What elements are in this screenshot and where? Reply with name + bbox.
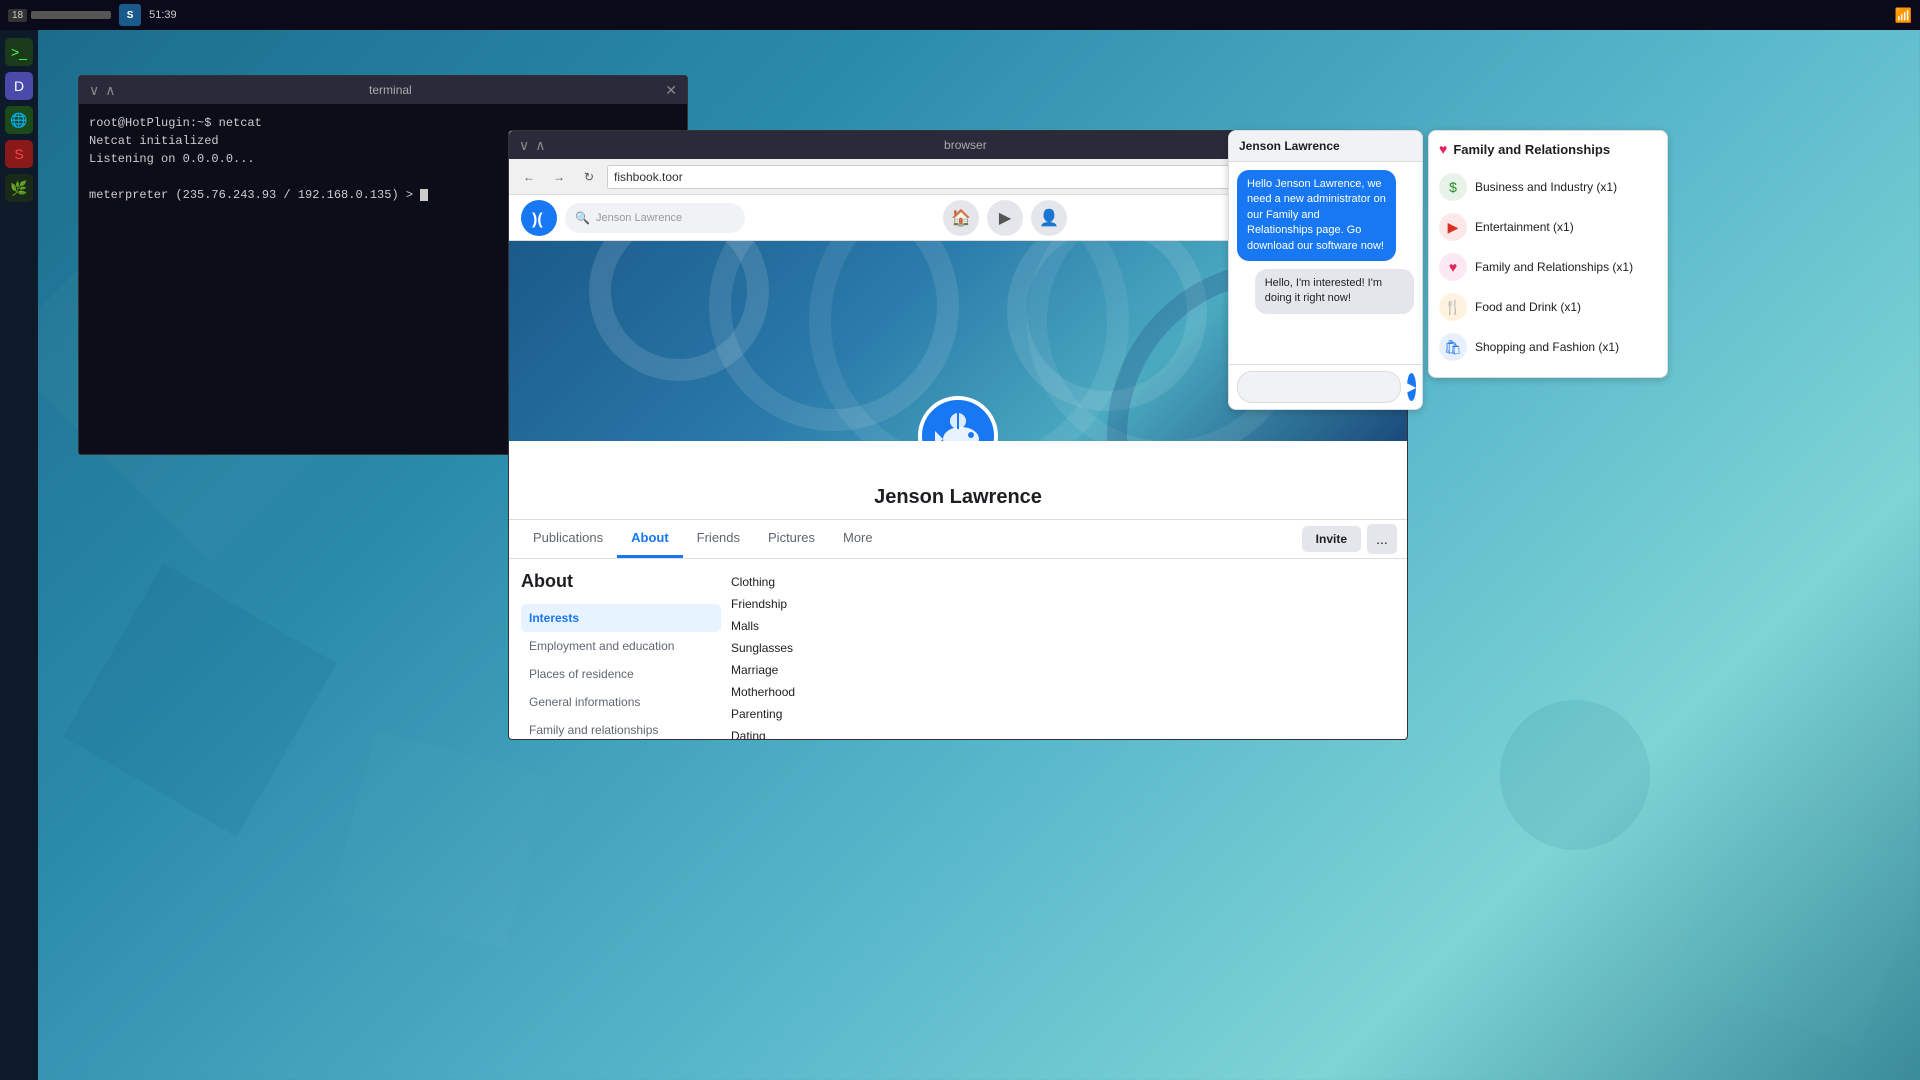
interests-panel-header: ♥ Family and Relationships	[1439, 141, 1657, 157]
interest-item-business[interactable]: $ Business and Industry (x1)	[1439, 167, 1657, 207]
browser-minimize-btn[interactable]: ∨	[519, 138, 529, 152]
taskbar-number: 18	[8, 9, 111, 22]
more-button[interactable]: ...	[1367, 524, 1397, 554]
interest-motherhood[interactable]: Motherhood	[731, 681, 1385, 703]
entertainment-icon: ▶	[1439, 213, 1467, 241]
about-sidebar: About Interests Employment and education…	[521, 571, 721, 739]
browser-win-controls-left: ∨ ∧	[519, 138, 546, 152]
browser-maximize-btn[interactable]: ∧	[535, 138, 545, 152]
sidebar: >_ D 🌐 S 🌿	[0, 30, 38, 1080]
browser-refresh-btn[interactable]: ↻	[577, 165, 601, 189]
browser-back-btn[interactable]: ←	[517, 165, 541, 189]
profile-tabs: Publications About Friends Pictures More…	[509, 520, 1407, 559]
tab-about[interactable]: About	[617, 520, 683, 558]
chat-message-outgoing: Hello, I'm interested! I'm doing it righ…	[1255, 269, 1414, 314]
interest-sunglasses[interactable]: Sunglasses	[731, 637, 1385, 659]
about-nav-employment[interactable]: Employment and education	[521, 632, 721, 660]
sidebar-item-discord[interactable]: D	[5, 72, 33, 100]
family-icon: ♥	[1439, 253, 1467, 281]
profile-info-section: Jenson Lawrence	[509, 441, 1407, 520]
invite-button[interactable]: Invite	[1302, 526, 1361, 552]
taskbar: 18 S 51:39 📶	[0, 0, 1920, 30]
interest-item-family[interactable]: ♥ Family and Relationships (x1)	[1439, 247, 1657, 287]
search-icon: 🔍	[575, 211, 590, 225]
interests-list: Clothing Friendship Malls Sunglasses Mar…	[731, 571, 1385, 739]
food-label: Food and Drink (x1)	[1475, 300, 1581, 314]
family-label: Family and Relationships (x1)	[1475, 260, 1633, 274]
interest-item-shopping[interactable]: 🛍 Shopping and Fashion (x1)	[1439, 327, 1657, 367]
terminal-maximize-btn[interactable]: ∧	[105, 83, 115, 97]
tab-publications[interactable]: Publications	[519, 520, 617, 558]
sidebar-item-terminal[interactable]: >_	[5, 38, 33, 66]
chat-messages: Hello Jenson Lawrence, we need a new adm…	[1229, 162, 1422, 364]
interest-item-entertainment[interactable]: ▶ Entertainment (x1)	[1439, 207, 1657, 247]
panel-heart-icon: ♥	[1439, 141, 1447, 157]
profile-picture[interactable]	[918, 396, 998, 441]
shopping-label: Shopping and Fashion (x1)	[1475, 340, 1619, 354]
about-title: About	[521, 571, 721, 592]
about-nav-places[interactable]: Places of residence	[521, 660, 721, 688]
tab-pictures[interactable]: Pictures	[754, 520, 829, 558]
about-nav-general[interactable]: General informations	[521, 688, 721, 716]
tab-more[interactable]: More	[829, 520, 887, 558]
about-nav-family[interactable]: Family and relationships	[521, 716, 721, 739]
business-label: Business and Industry (x1)	[1475, 180, 1617, 194]
terminal-title: terminal	[116, 83, 666, 97]
chat-panel: Jenson Lawrence Hello Jenson Lawrence, w…	[1228, 130, 1423, 410]
interests-panel-title: Family and Relationships	[1453, 142, 1610, 157]
business-icon: $	[1439, 173, 1467, 201]
terminal-close-btn[interactable]: ✕	[665, 83, 677, 97]
chat-send-button[interactable]: ▶	[1407, 373, 1416, 401]
sidebar-item-security[interactable]: S	[5, 140, 33, 168]
about-main-content: Clothing Friendship Malls Sunglasses Mar…	[721, 571, 1395, 739]
chat-input-area: ▶	[1229, 364, 1422, 409]
interest-parenting[interactable]: Parenting	[731, 703, 1385, 725]
profile-pic-container	[918, 396, 998, 441]
taskbar-progress-bar	[31, 11, 111, 19]
taskbar-logo[interactable]: S	[119, 4, 141, 26]
fishbook-logo: )(	[521, 200, 557, 236]
profile-avatar-svg	[923, 401, 993, 441]
terminal-minimize-btn[interactable]: ∨	[89, 83, 99, 97]
chat-header: Jenson Lawrence	[1229, 131, 1422, 162]
fishbook-people-icon[interactable]: 👤	[1031, 200, 1067, 236]
food-icon: 🍴	[1439, 293, 1467, 321]
interest-malls[interactable]: Malls	[731, 615, 1385, 637]
fishbook-search-bar[interactable]: 🔍 Jenson Lawrence	[565, 203, 745, 233]
interest-clothing[interactable]: Clothing	[731, 571, 1385, 593]
interest-item-food[interactable]: 🍴 Food and Drink (x1)	[1439, 287, 1657, 327]
terminal-controls: ∨ ∧	[89, 83, 116, 97]
profile-content: About Interests Employment and education…	[509, 559, 1407, 739]
fishbook-search-text: Jenson Lawrence	[596, 212, 682, 224]
interest-friendship[interactable]: Friendship	[731, 593, 1385, 615]
fishbook-nav-icons: 🏠 ▶ 👤	[753, 200, 1257, 236]
shopping-icon: 🛍	[1439, 333, 1467, 361]
entertainment-label: Entertainment (x1)	[1475, 220, 1574, 234]
taskbar-time: 51:39	[149, 9, 177, 21]
svg-text:)(: )(	[532, 211, 543, 228]
profile-tab-actions: Invite ...	[1302, 520, 1397, 558]
wifi-icon: 📶	[1895, 7, 1912, 24]
sidebar-item-browser[interactable]: 🌐	[5, 106, 33, 134]
sidebar-item-leaf[interactable]: 🌿	[5, 174, 33, 202]
profile-name: Jenson Lawrence	[529, 486, 1387, 509]
interest-dating[interactable]: Dating	[731, 725, 1385, 739]
interest-marriage[interactable]: Marriage	[731, 659, 1385, 681]
fishbook-video-icon[interactable]: ▶	[987, 200, 1023, 236]
interests-panel: ♥ Family and Relationships $ Business an…	[1428, 130, 1668, 378]
browser-forward-btn[interactable]: →	[547, 165, 571, 189]
about-nav-interests[interactable]: Interests	[521, 604, 721, 632]
tab-friends[interactable]: Friends	[683, 520, 754, 558]
terminal-titlebar: ∨ ∧ terminal ✕	[79, 76, 687, 104]
chat-message-incoming: Hello Jenson Lawrence, we need a new adm…	[1237, 170, 1396, 261]
chat-input-field[interactable]	[1237, 371, 1401, 403]
fishbook-logo-svg: )(	[525, 204, 553, 232]
fishbook-home-icon[interactable]: 🏠	[943, 200, 979, 236]
terminal-close-controls: ✕	[665, 83, 677, 97]
